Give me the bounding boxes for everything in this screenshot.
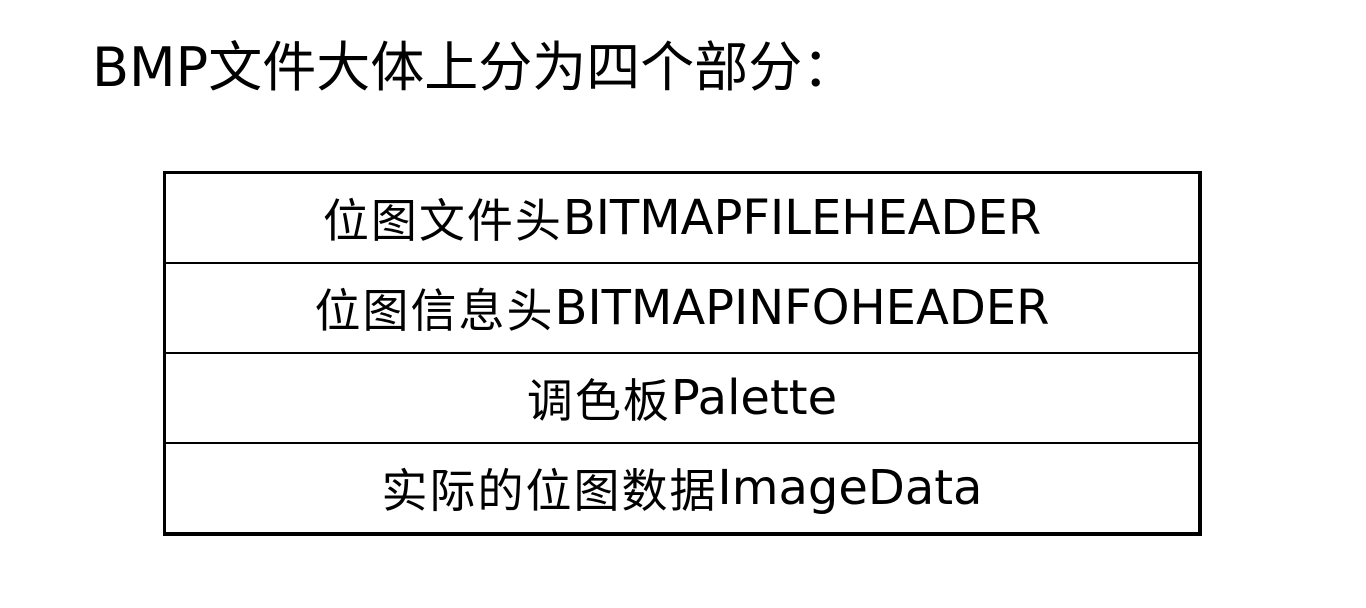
row-label-cn: 位图文件头	[322, 194, 563, 248]
row-label-en: ImageData	[717, 460, 983, 516]
bmp-structure-table: 位图文件头 BITMAPFILEHEADER 位图信息头 BITMAPINFOHEA…	[163, 171, 1202, 536]
structure-row-palette: 调色板 Palette	[166, 354, 1198, 444]
row-label-en: Palette	[670, 370, 838, 426]
row-label-cn: 实际的位图数据	[381, 464, 718, 518]
page-title: BMP文件大体上分为四个部分：	[92, 36, 857, 99]
row-label-en: BITMAPFILEHEADER	[562, 190, 1042, 246]
structure-row-image-data: 实际的位图数据 ImageData	[166, 444, 1198, 532]
structure-row-file-header: 位图文件头 BITMAPFILEHEADER	[166, 174, 1198, 264]
row-label-cn: 调色板	[526, 374, 671, 428]
structure-row-info-header: 位图信息头 BITMAPINFOHEADER	[166, 264, 1198, 354]
row-label-en: BITMAPINFOHEADER	[554, 280, 1050, 336]
row-label-cn: 位图信息头	[314, 284, 555, 338]
